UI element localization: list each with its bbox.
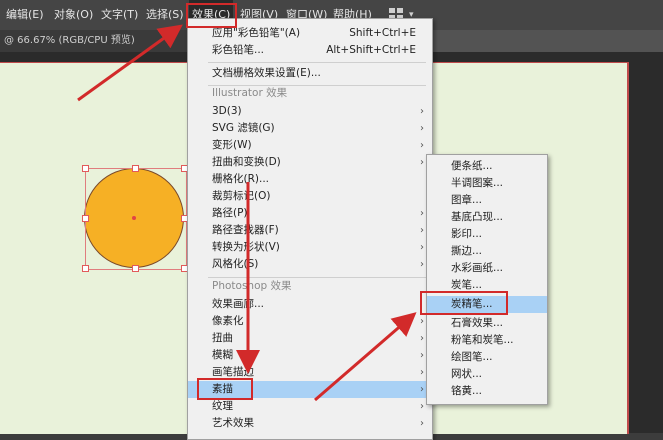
annotation-arrow [77, 24, 183, 102]
annotation-arrow [314, 312, 417, 402]
annotation-arrows [77, 24, 417, 402]
